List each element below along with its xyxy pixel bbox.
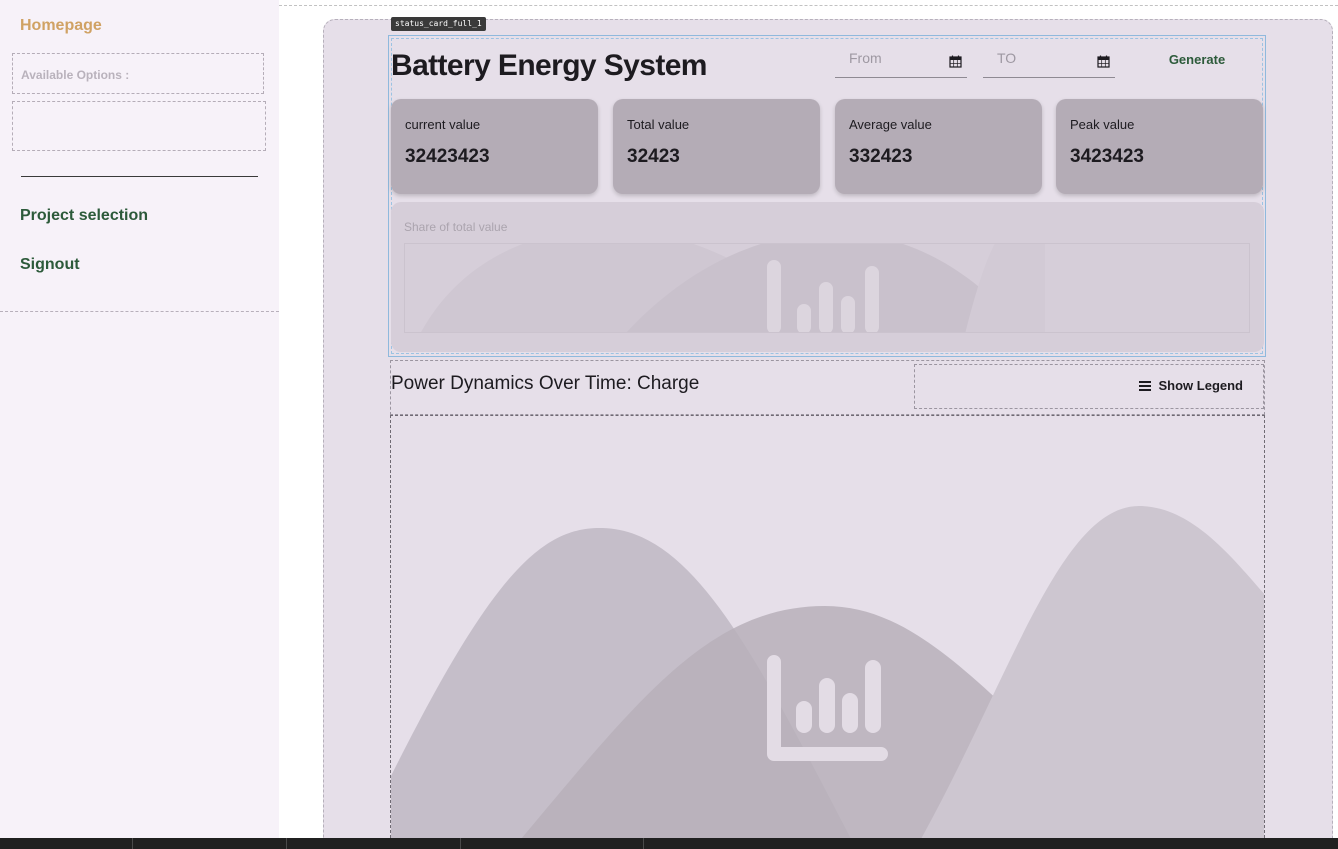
metric-card-total: Total value 32423 [613,99,820,194]
options-select[interactable] [12,101,266,151]
taskbar [0,838,1338,849]
sidebar-divider [21,176,258,177]
metric-value: 332423 [849,146,913,167]
taskbar-divider [643,838,644,849]
metric-label: Average value [849,117,932,132]
metric-label: Peak value [1070,117,1135,132]
to-date-placeholder: TO [997,50,1017,66]
menu-icon [1138,380,1151,391]
taskbar-divider [132,838,133,849]
legend-box: Show Legend [914,364,1264,409]
calendar-icon[interactable] [1097,55,1110,68]
sidebar-menu-area: Homepage Available Options : Project sel… [0,0,279,312]
top-divider [279,5,1338,6]
generate-button[interactable]: Generate [1152,44,1242,74]
metric-card-average: Average value 332423 [835,99,1042,194]
from-date-field[interactable]: From [835,44,967,78]
metric-label: Total value [627,117,690,132]
power-chart-title: Power Dynamics Over Time: Charge [391,373,700,394]
metric-label: current value [405,117,481,132]
taskbar-divider [286,838,287,849]
status-card-tag: status_card_full_1 [391,17,486,31]
metric-value: 3423423 [1070,146,1144,167]
project-selection-link[interactable]: Project selection [20,207,148,225]
homepage-link[interactable]: Homepage [20,17,102,35]
show-legend-button[interactable]: Show Legend [1138,378,1244,393]
available-options-box: Available Options : [12,53,264,94]
metric-value: 32423423 [405,146,490,167]
share-card: Share of total value [391,202,1264,352]
from-date-placeholder: From [849,50,882,66]
show-legend-label: Show Legend [1158,378,1244,393]
chart-placeholder-graphic [421,244,1045,332]
page-title: Battery Energy System [391,49,707,82]
signout-link[interactable]: Signout [20,256,80,274]
metric-card-current: current value 32423423 [391,99,598,194]
metric-value: 32423 [627,146,680,167]
calendar-icon[interactable] [949,55,962,68]
share-chart-placeholder [404,243,1250,333]
sidebar: Homepage Available Options : Project sel… [0,0,279,838]
chart-placeholder-graphic [391,506,1264,838]
available-options-label: Available Options : [21,68,130,82]
share-title: Share of total value [404,220,508,234]
taskbar-divider [460,838,461,849]
power-chart-placeholder [390,415,1265,838]
to-date-field[interactable]: TO [983,44,1115,78]
metric-card-peak: Peak value 3423423 [1056,99,1263,194]
